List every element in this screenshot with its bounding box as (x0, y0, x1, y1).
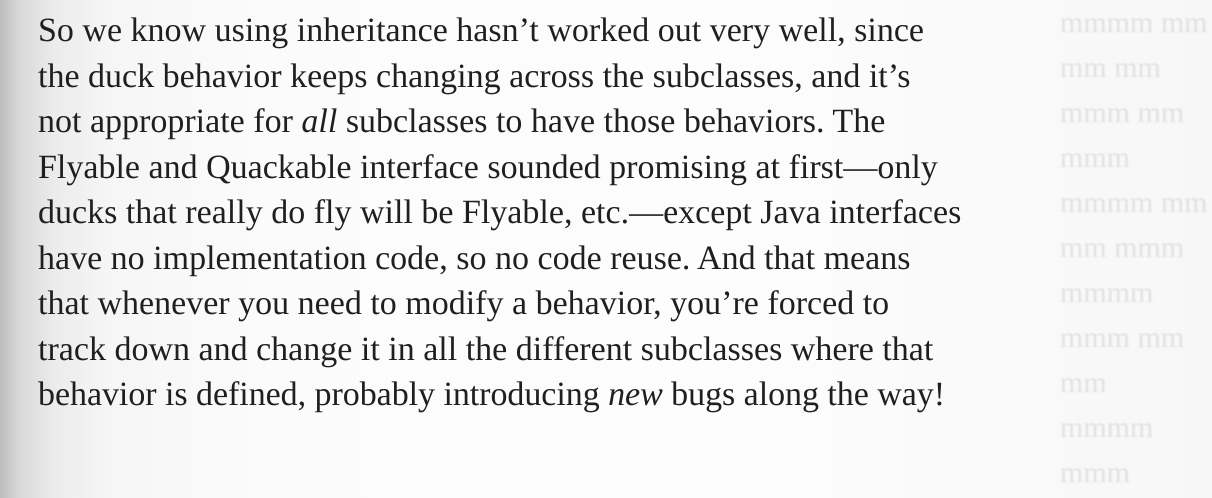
line-text-after-emphasis: subclasses to have those behaviors. The (337, 103, 886, 140)
paragraph-line-1: So we know using inheritance hasn’t work… (38, 8, 1168, 54)
paragraph-line-9: behavior is defined, probably introducin… (38, 372, 1168, 418)
emphasized-word-new: new (608, 376, 663, 413)
paragraph-line-7: that whenever you need to modify a behav… (38, 281, 1168, 327)
book-page-excerpt: mmmm mm mm mm mmm mm mmm mmmm mm mm mmm … (0, 0, 1212, 498)
line-text: track down and change it in all the diff… (38, 330, 934, 368)
paragraph-line-3: not appropriate for all subclasses to ha… (38, 99, 1168, 145)
line-text: Flyable and Quackable interface sounded … (38, 148, 938, 186)
line-text: So we know using inheritance hasn’t work… (38, 12, 925, 49)
emphasized-word-all: all (301, 103, 338, 140)
body-paragraph: So we know using inheritance hasn’t work… (38, 8, 1168, 418)
line-text: the duck behavior keeps changing across … (38, 57, 911, 95)
paragraph-line-2: the duck behavior keeps changing across … (38, 54, 1168, 100)
paragraph-line-8: track down and change it in all the diff… (38, 327, 1168, 373)
line-text: have no implementation code, so no code … (38, 239, 911, 277)
line-text: that whenever you need to modify a behav… (38, 285, 890, 322)
line-text: ducks that really do fly will be Flyable… (38, 194, 962, 231)
paragraph-line-5: ducks that really do fly will be Flyable… (38, 190, 1168, 236)
paragraph-line-6: have no implementation code, so no code … (38, 236, 1168, 282)
line-text-before-emphasis: behavior is defined, probably introducin… (38, 376, 609, 413)
line-text-after-emphasis: bugs along the way! (662, 376, 945, 413)
line-text-before-emphasis: not appropriate for (38, 103, 302, 140)
show-through-line: mmm (1060, 456, 1131, 489)
paragraph-line-4: Flyable and Quackable interface sounded … (38, 145, 1168, 191)
